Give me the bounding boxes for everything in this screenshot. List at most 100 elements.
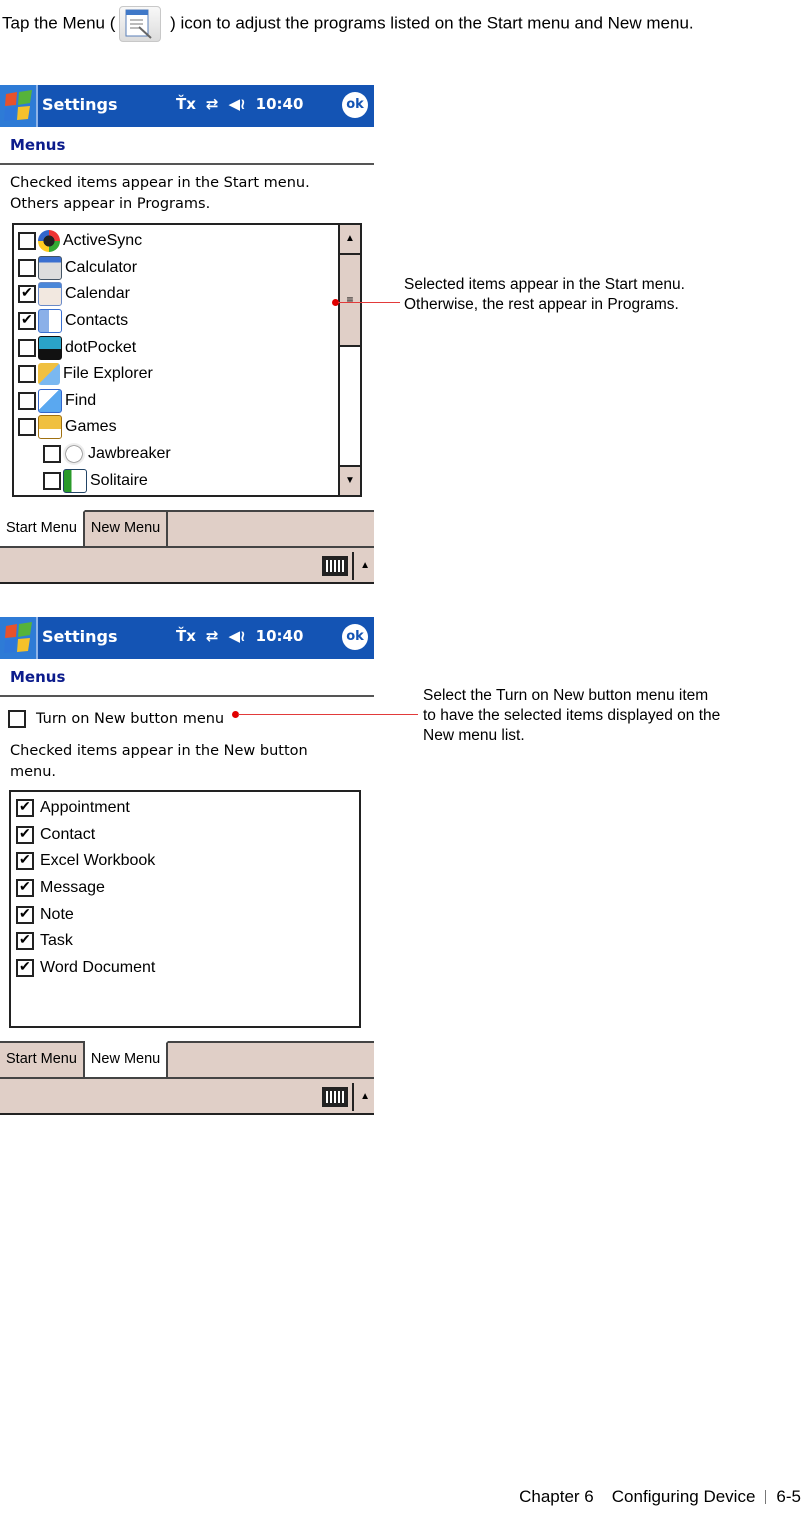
turn-on-new-button-menu-checkbox[interactable]: [8, 710, 26, 728]
description-line: menu.: [10, 764, 57, 780]
list-item[interactable]: ActiveSync: [18, 228, 360, 255]
tab-new-menu[interactable]: New Menu: [84, 1041, 169, 1077]
item-checkbox[interactable]: [18, 284, 36, 304]
turn-on-new-button-menu-option[interactable]: Turn on New button menu: [0, 697, 374, 733]
keyboard-icon[interactable]: [322, 556, 348, 576]
divider: [352, 1083, 354, 1111]
scroll-thumb[interactable]: ≡: [340, 255, 360, 347]
list-item[interactable]: Word Document: [16, 955, 359, 982]
divider: [352, 552, 354, 580]
item-label: Calculator: [65, 258, 138, 276]
item-checkbox[interactable]: [18, 338, 36, 357]
item-checkbox[interactable]: [16, 825, 34, 844]
item-label: Appointment: [40, 799, 130, 817]
calculator-icon: [38, 255, 62, 280]
divider: [765, 1490, 767, 1504]
scroll-up-button[interactable]: ▲: [340, 225, 360, 255]
item-checkbox[interactable]: [18, 418, 36, 437]
start-button[interactable]: [0, 617, 38, 659]
intro-text-start: Tap the Menu (: [2, 13, 116, 33]
item-label: Task: [40, 932, 73, 950]
signal-off-icon[interactable]: Ťx: [176, 627, 196, 645]
section-title: Menus: [0, 659, 374, 697]
clock[interactable]: 10:40: [256, 95, 304, 113]
item-checkbox[interactable]: [43, 445, 61, 464]
volume-icon[interactable]: ◀≀: [229, 95, 246, 113]
item-checkbox[interactable]: [43, 471, 61, 490]
callout-new-menu: Select the Turn on New button menu item …: [423, 687, 721, 744]
callout-leader-line: [338, 302, 400, 303]
list-item[interactable]: dotPocket: [18, 334, 360, 361]
signal-off-icon[interactable]: Ťx: [176, 95, 196, 113]
start-menu-settings-screen: Settings Ťx ⇄ ◀≀ 10:40 ok Menus Checked …: [0, 85, 374, 215]
activesync-icon: [38, 230, 60, 253]
input-panel-arrow-icon[interactable]: ▲: [360, 1091, 370, 1102]
item-checkbox[interactable]: [18, 258, 36, 277]
item-label: Excel Workbook: [40, 852, 156, 870]
item-checkbox[interactable]: [16, 798, 34, 818]
list-item[interactable]: Find: [18, 388, 360, 415]
tab-start-menu[interactable]: Start Menu: [0, 510, 85, 546]
list-item[interactable]: Message: [16, 875, 359, 902]
item-checkbox[interactable]: [18, 365, 36, 384]
list-item[interactable]: File Explorer: [18, 361, 360, 388]
item-label: dotPocket: [65, 338, 137, 356]
connectivity-icon[interactable]: ⇄: [206, 95, 219, 113]
new-menu-settings-screen: Settings Ťx ⇄ ◀≀ 10:40 ok Menus Turn on …: [0, 617, 374, 783]
menu-settings-icon: [119, 6, 162, 42]
item-checkbox[interactable]: [16, 878, 34, 898]
item-label: Jawbreaker: [88, 445, 171, 463]
page-footer: Chapter 6 Configuring Device 6-5: [519, 1487, 801, 1507]
scroll-down-button[interactable]: ▼: [340, 465, 360, 495]
scrollbar[interactable]: ▲ ≡ ▼: [338, 225, 360, 495]
item-label: Message: [40, 879, 105, 897]
list-item[interactable]: Appointment: [16, 795, 359, 822]
jawbreaker-icon: [63, 443, 85, 466]
volume-icon[interactable]: ◀≀: [229, 627, 246, 645]
item-label: File Explorer: [63, 365, 153, 383]
list-item[interactable]: Jawbreaker: [18, 441, 360, 468]
list-item[interactable]: Solitaire: [18, 467, 360, 494]
ok-button[interactable]: ok: [342, 92, 368, 118]
intro-text-end: ) icon to adjust the programs listed on …: [165, 13, 694, 33]
list-item[interactable]: Games: [18, 414, 360, 441]
keyboard-icon[interactable]: [322, 1087, 348, 1107]
item-label: Find: [65, 391, 97, 409]
games-folder-icon: [38, 415, 62, 440]
clock[interactable]: 10:40: [256, 627, 304, 645]
item-checkbox[interactable]: [16, 958, 34, 977]
list-item[interactable]: Contact: [16, 822, 359, 849]
input-panel-arrow-icon[interactable]: ▲: [360, 560, 370, 571]
start-menu-program-list[interactable]: ActiveSync Calculator Calendar Contacts dotP…: [12, 223, 362, 497]
list-item[interactable]: Note: [16, 901, 359, 928]
tab-new-menu[interactable]: New Menu: [85, 512, 169, 546]
item-checkbox[interactable]: [16, 931, 34, 951]
list-item[interactable]: Calendar: [18, 281, 360, 308]
start-button[interactable]: [0, 85, 38, 127]
app-title: Settings: [42, 95, 118, 114]
list-item[interactable]: Excel Workbook: [16, 848, 359, 875]
item-label: Contact: [40, 825, 96, 843]
turn-on-new-button-menu-label: Turn on New button menu: [36, 711, 225, 727]
new-menu-item-list[interactable]: Appointment Contact Excel Workbook Message N…: [9, 790, 361, 1028]
connectivity-icon[interactable]: ⇄: [206, 627, 219, 645]
item-checkbox[interactable]: [18, 311, 36, 331]
section-label: Configuring Device: [611, 1487, 756, 1506]
tab-start-menu[interactable]: Start Menu: [0, 1043, 85, 1077]
dotpocket-icon: [38, 335, 62, 360]
calendar-icon: [38, 282, 62, 307]
item-checkbox[interactable]: [18, 232, 36, 251]
title-bar: Settings Ťx ⇄ ◀≀ 10:40 ok: [0, 85, 374, 127]
title-bar: Settings Ťx ⇄ ◀≀ 10:40 ok: [0, 617, 374, 659]
ok-button[interactable]: ok: [342, 624, 368, 650]
list-item[interactable]: Task: [16, 928, 359, 955]
item-checkbox[interactable]: [18, 391, 36, 410]
chapter-label: Chapter 6: [519, 1487, 594, 1506]
item-checkbox[interactable]: [16, 851, 34, 871]
intro-paragraph: Tap the Menu ( ) icon to adjust the prog…: [2, 6, 802, 42]
item-checkbox[interactable]: [16, 905, 34, 924]
list-item[interactable]: Calculator: [18, 255, 360, 282]
find-icon: [38, 388, 62, 413]
list-item[interactable]: Contacts: [18, 308, 360, 335]
item-label: Word Document: [40, 958, 156, 976]
